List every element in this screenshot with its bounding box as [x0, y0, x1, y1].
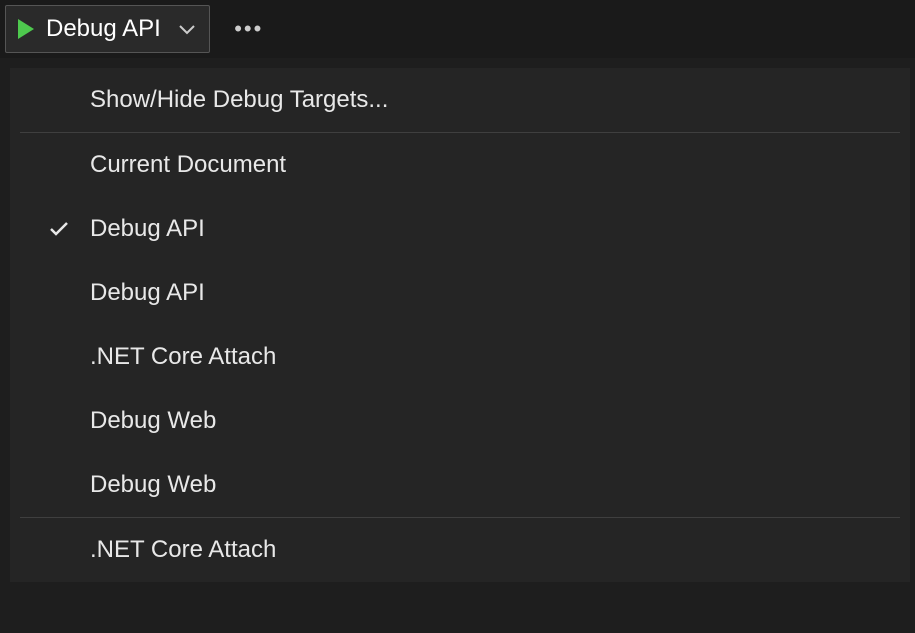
menu-item-label: Show/Hide Debug Targets...	[90, 86, 388, 114]
debug-targets-menu: Show/Hide Debug Targets... Current Docum…	[10, 68, 910, 582]
menu-item-label: Current Document	[90, 151, 286, 179]
menu-item-label: .NET Core Attach	[90, 343, 276, 371]
debug-target-button[interactable]: Debug API	[5, 5, 210, 53]
debug-target-label: Debug API	[46, 15, 161, 43]
menu-item-label: Debug API	[90, 215, 205, 243]
menu-item-net-core-attach-2[interactable]: .NET Core Attach	[10, 518, 910, 582]
menu-item-debug-web[interactable]: Debug Web	[10, 389, 910, 453]
check-column	[48, 220, 90, 238]
chevron-down-icon	[177, 23, 197, 35]
menu-item-show-hide-targets[interactable]: Show/Hide Debug Targets...	[10, 68, 910, 132]
ellipsis-icon: •••	[234, 16, 263, 42]
menu-item-debug-api[interactable]: Debug API	[10, 197, 910, 261]
more-options-button[interactable]: •••	[220, 5, 278, 53]
menu-item-label: Debug Web	[90, 407, 216, 435]
menu-item-label: Debug API	[90, 279, 205, 307]
menu-item-label: Debug Web	[90, 471, 216, 499]
menu-item-debug-api-2[interactable]: Debug API	[10, 261, 910, 325]
play-icon	[16, 17, 36, 41]
toolbar: Debug API •••	[0, 0, 915, 58]
menu-item-current-document[interactable]: Current Document	[10, 133, 910, 197]
menu-item-net-core-attach[interactable]: .NET Core Attach	[10, 325, 910, 389]
menu-item-debug-web-2[interactable]: Debug Web	[10, 453, 910, 517]
check-icon	[48, 220, 70, 238]
menu-item-label: .NET Core Attach	[90, 536, 276, 564]
